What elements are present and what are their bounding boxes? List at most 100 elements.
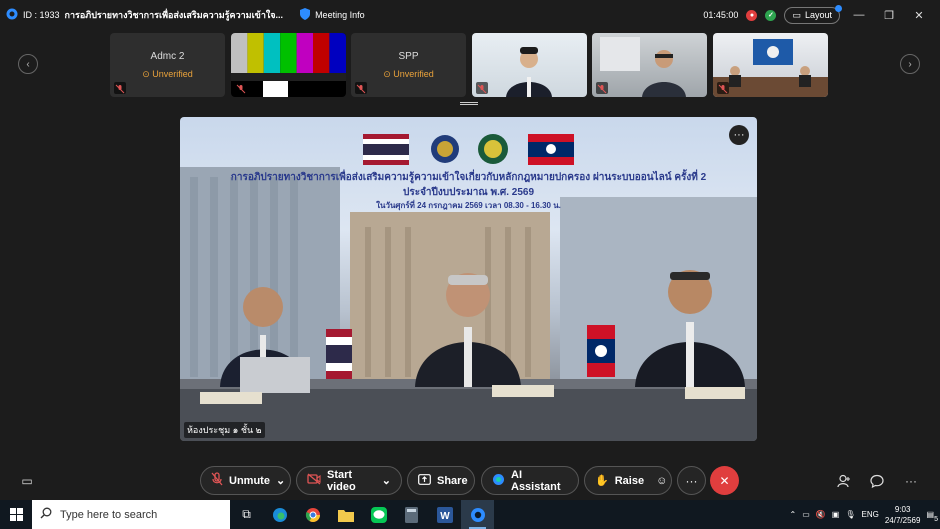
unverified-badge: ⊙ Unverified	[383, 69, 434, 79]
participant-strip: ‹ Admc 2 ⊙ Unverified SPP ⊙ Unverified ›	[0, 32, 940, 98]
reaction-icon[interactable]: ☺	[656, 475, 667, 487]
line-app-icon	[370, 506, 387, 523]
restore-button[interactable]: ❐	[878, 9, 900, 22]
participant-tile[interactable]	[231, 33, 346, 97]
calculator-icon	[405, 506, 418, 523]
start-video-button[interactable]: Start video ⌄	[296, 466, 402, 495]
share-button[interactable]: Share	[407, 466, 475, 495]
taskbar-chrome[interactable]	[296, 500, 329, 529]
task-view-icon: ⧉	[242, 507, 251, 521]
mic-muted-icon	[235, 82, 247, 94]
participant-tile[interactable]	[592, 33, 707, 97]
chevron-down-icon[interactable]: ⌄	[276, 474, 285, 487]
meeting-info-label: Meeting Info	[315, 10, 365, 20]
participant-tile[interactable]: SPP ⊙ Unverified	[351, 33, 466, 97]
raise-button[interactable]: ✋ Raise ☺	[584, 466, 672, 495]
video-more-button[interactable]: ···	[729, 125, 749, 145]
ai-assistant-button[interactable]: AI Assistant	[481, 466, 579, 495]
webex-logo-icon	[6, 8, 18, 22]
taskbar-search[interactable]: Type here to search	[32, 500, 230, 529]
participant-video	[506, 47, 552, 97]
input-language[interactable]: ENG	[862, 510, 879, 519]
chevron-up-icon[interactable]: ⌃	[790, 510, 797, 519]
video-frame	[180, 134, 757, 441]
share-label: Share	[437, 474, 468, 487]
strip-next-button[interactable]: ›	[900, 54, 920, 74]
main-video-stage[interactable]: การอภิปรายทางวิชาการเพื่อส่งเสริมความรู้…	[180, 117, 757, 441]
resize-handle[interactable]	[460, 102, 478, 105]
participant-tile[interactable]	[713, 33, 828, 97]
unverified-badge: ⊙ Unverified	[142, 69, 193, 79]
more-options-button[interactable]: ···	[677, 466, 706, 495]
mic-muted-icon	[717, 82, 729, 94]
end-meeting-button[interactable]: ✕	[710, 466, 739, 495]
taskbar-line[interactable]	[362, 500, 395, 529]
mic-muted-icon	[114, 82, 126, 94]
search-icon	[40, 507, 52, 522]
participant-tile[interactable]: Admc 2 ⊙ Unverified	[110, 33, 225, 97]
notification-count: 5	[934, 516, 938, 523]
participants-icon[interactable]	[836, 473, 852, 489]
hand-icon: ✋	[595, 475, 609, 487]
strip-prev-button[interactable]: ‹	[18, 54, 38, 74]
participant-tile[interactable]	[472, 33, 587, 97]
mic-muted-icon	[355, 82, 367, 94]
windows-logo-icon	[9, 508, 23, 521]
participant-name: Admc 2	[150, 51, 185, 62]
banner-subtitle: ประจำปีงบประมาณ พ.ศ. 2569	[402, 187, 534, 198]
participant-video	[713, 39, 828, 97]
more-dots-icon: ···	[733, 129, 745, 141]
close-icon: ✕	[719, 473, 730, 488]
edge-icon	[272, 507, 287, 522]
unverified-label: Unverified	[393, 69, 434, 79]
taskbar-edge[interactable]	[263, 500, 296, 529]
banner-title: การอภิปรายทางวิชาการเพื่อส่งเสริมความรู้…	[230, 172, 707, 183]
color-bars-video	[231, 33, 346, 97]
layout-icon: ▭	[792, 9, 801, 20]
raise-label: Raise	[614, 474, 645, 487]
system-tray: ⌃ ▭ 🔇 ▣ 🎙 ENG 9:03 24/7/2569 ▤ 5	[790, 500, 940, 529]
shield-icon	[300, 8, 311, 22]
taskbar-webex[interactable]	[461, 500, 494, 529]
video-caption: ห้องประชุม ๑ ชั้น ๒	[184, 422, 265, 438]
chat-icon[interactable]	[869, 473, 885, 489]
mic-muted-icon	[211, 472, 223, 489]
webex-icon	[470, 507, 485, 522]
microphone-icon[interactable]: 🎙	[845, 510, 855, 519]
chevron-down-icon[interactable]: ⌄	[382, 474, 391, 487]
meeting-info-button[interactable]: Meeting Info	[300, 8, 365, 22]
meeting-window: ID : 1933 การอภิปรายทางวิชาการเพื่อส่งเส…	[0, 0, 940, 500]
taskbar-clock[interactable]: 9:03 24/7/2569	[885, 504, 921, 526]
unverified-label: Unverified	[152, 69, 193, 79]
start-video-label: Start video	[327, 468, 356, 493]
share-screen-icon	[418, 473, 431, 488]
start-button[interactable]	[0, 500, 32, 529]
task-view-button[interactable]: ⧉	[230, 500, 263, 529]
mic-muted-icon	[476, 82, 488, 94]
minimize-button[interactable]: —	[848, 9, 870, 21]
taskbar-word[interactable]: W	[428, 500, 461, 529]
captions-icon[interactable]: ▭	[19, 473, 35, 489]
more-panels-icon[interactable]: ···	[903, 473, 919, 489]
notification-icon[interactable]: ▤ 5	[926, 510, 938, 523]
taskbar-calculator[interactable]	[395, 500, 428, 529]
chevron-right-icon: ›	[908, 58, 912, 70]
close-window-button[interactable]: ✕	[908, 9, 930, 22]
chevron-left-icon: ‹	[26, 58, 30, 70]
clock-date: 24/7/2569	[884, 515, 921, 525]
meeting-timer: 01:45:00	[703, 10, 739, 20]
network-icon[interactable]: ▭	[802, 510, 810, 519]
ai-assistant-label: AI Assistant	[511, 468, 561, 493]
layout-button[interactable]: ▭ Layout	[784, 4, 842, 24]
display-icon[interactable]: ▣	[832, 510, 840, 519]
more-dots-icon: ···	[685, 473, 698, 488]
recording-indicator-icon: ●	[746, 9, 758, 21]
unmute-button[interactable]: Unmute ⌄	[200, 466, 291, 495]
unmute-label: Unmute	[229, 474, 270, 487]
camera-off-icon	[307, 473, 321, 488]
volume-mute-icon[interactable]: 🔇	[816, 510, 826, 519]
taskbar-file-explorer[interactable]	[329, 500, 362, 529]
layout-badge	[835, 4, 842, 12]
search-placeholder: Type here to search	[60, 508, 158, 521]
meeting-title: การอภิปรายทางวิชาการเพื่อส่งเสริมความรู้…	[64, 10, 284, 20]
